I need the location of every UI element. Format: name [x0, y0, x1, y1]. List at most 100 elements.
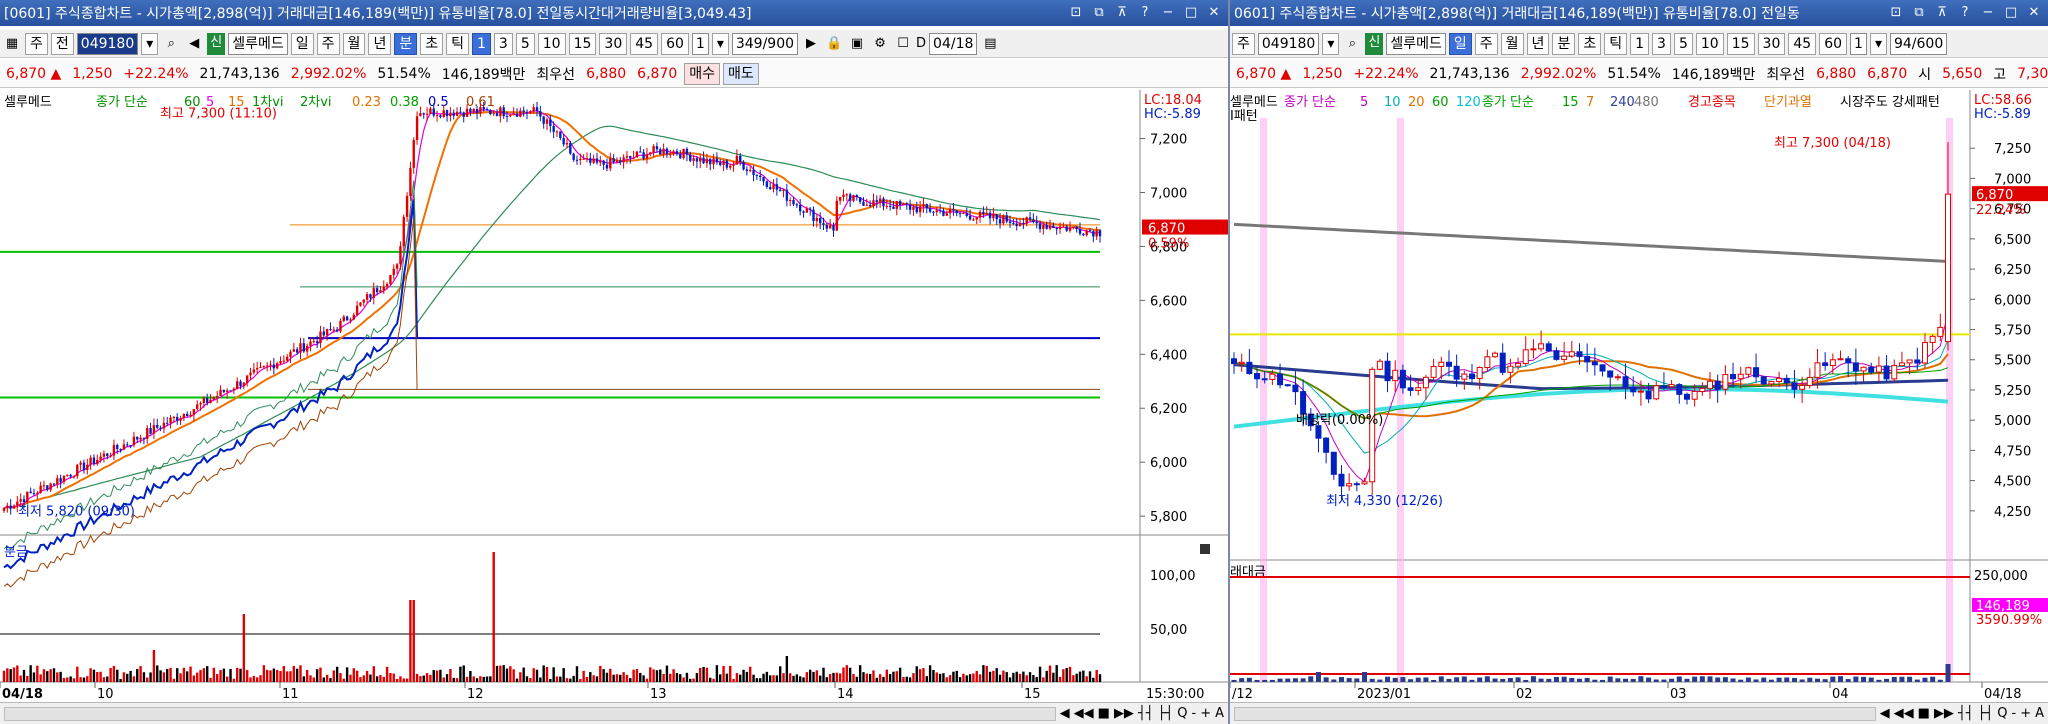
interval-10[interactable]: 10 — [1695, 32, 1724, 55]
interval-30[interactable]: 30 — [1757, 32, 1786, 55]
link-icon[interactable]: ⊡ — [1886, 4, 1906, 22]
period-day[interactable]: 일 — [290, 32, 314, 55]
volume-bar — [822, 667, 825, 682]
chart-control-6[interactable]: Q — [1177, 706, 1187, 721]
period-tick[interactable]: 틱 — [1604, 32, 1628, 55]
chart-control-8[interactable]: + — [2020, 706, 2031, 721]
chart-control-9[interactable]: A — [1215, 706, 1224, 721]
interval-45[interactable]: 45 — [630, 32, 659, 55]
minimize-icon[interactable]: − — [1158, 4, 1178, 22]
search-icon[interactable]: ⌕ — [161, 34, 181, 54]
period-day[interactable]: 일 — [1448, 32, 1472, 55]
gear-icon[interactable]: ⚙ — [870, 34, 890, 54]
link-icon[interactable]: ⊡ — [1066, 4, 1086, 22]
interval-60[interactable]: 60 — [661, 32, 689, 55]
interval-30[interactable]: 30 — [599, 32, 628, 55]
interval-dropdown[interactable]: ▾ — [1869, 32, 1887, 55]
period-month[interactable]: 월 — [1500, 32, 1524, 55]
interval-10[interactable]: 10 — [537, 32, 566, 55]
save-icon[interactable]: ▣ — [847, 34, 867, 54]
chart-control-7[interactable]: - — [2011, 706, 2016, 721]
stock-name-field[interactable]: 셀루메드 — [1386, 32, 1446, 55]
period-year[interactable]: 년 — [1526, 32, 1550, 55]
volume-bar — [1607, 676, 1613, 682]
period-week[interactable]: 주 — [316, 32, 340, 55]
period-second[interactable]: 초 — [420, 32, 444, 55]
chart-control-2[interactable]: ■ — [1098, 706, 1110, 721]
chart-control-4[interactable]: ┤┤ — [1138, 706, 1154, 721]
chart-control-3[interactable]: ▶▶ — [1114, 706, 1134, 721]
stock-code-dropdown[interactable]: ▾ — [141, 32, 159, 55]
interval-60[interactable]: 60 — [1819, 32, 1848, 55]
interval-45[interactable]: 45 — [1788, 32, 1817, 55]
help-icon[interactable]: ? — [1135, 4, 1155, 22]
grid-icon[interactable]: ▦ — [2, 34, 22, 54]
play-icon[interactable]: ▶ — [801, 34, 821, 54]
chart-control-5[interactable]: ├┤ — [1158, 706, 1174, 721]
interval-3[interactable]: 3 — [1652, 32, 1671, 55]
interval-input[interactable]: 1 — [1850, 32, 1867, 55]
interval-5[interactable]: 5 — [515, 32, 535, 55]
period-tick[interactable]: 틱 — [446, 32, 469, 55]
speaker-icon[interactable]: ◀ — [184, 34, 204, 54]
interval-15[interactable]: 15 — [1726, 32, 1755, 55]
right-scrollbar[interactable] — [1234, 706, 1876, 721]
candle-body — [92, 457, 96, 465]
calendar-icon[interactable]: ▤ — [980, 34, 1000, 54]
sell-button[interactable]: 매도 — [723, 62, 759, 85]
sub-select[interactable]: 전 — [50, 32, 74, 55]
chart-control-6[interactable]: Q — [1997, 706, 2007, 721]
search-icon[interactable]: ⌕ — [1342, 34, 1362, 54]
checkbox-icon[interactable]: ☐ — [893, 34, 913, 54]
maximize-icon[interactable]: □ — [2001, 4, 2021, 22]
right-daily-chart[interactable]: 셀루메드I패턴종가 단순 5 10 20 60 120 종가 단순 15 7 240 480 경고종목… — [1230, 90, 2048, 702]
count-field[interactable]: 94/600 — [1889, 32, 1948, 55]
chart-control-4[interactable]: ┤┤ — [1958, 706, 1974, 721]
chart-control-0[interactable]: ◀ — [1880, 706, 1890, 721]
chart-control-3[interactable]: ▶▶ — [1934, 706, 1954, 721]
period-second[interactable]: 초 — [1578, 32, 1602, 55]
interval-3[interactable]: 3 — [493, 32, 513, 55]
interval-1[interactable]: 1 — [1630, 32, 1650, 55]
interval-dropdown[interactable]: ▾ — [711, 32, 729, 55]
interval-input[interactable]: 1 — [691, 32, 709, 55]
interval-5[interactable]: 5 — [1673, 32, 1693, 55]
stock-code-input[interactable]: 049180 — [76, 32, 139, 55]
help-icon[interactable]: ? — [1955, 4, 1975, 22]
stock-code-dropdown[interactable]: ▾ — [1322, 32, 1340, 55]
period-month[interactable]: 월 — [342, 32, 366, 55]
copy-icon[interactable]: ⧉ — [1909, 4, 1929, 22]
stock-code-input[interactable]: 049180 — [1257, 32, 1320, 55]
chart-control-7[interactable]: - — [1191, 706, 1196, 721]
buy-button[interactable]: 매수 — [684, 62, 721, 85]
count-field[interactable]: 349/900 — [731, 32, 799, 55]
copy-icon[interactable]: ⧉ — [1089, 4, 1109, 22]
chart-control-2[interactable]: ■ — [1918, 706, 1930, 721]
period-minute[interactable]: 분 — [394, 32, 418, 55]
interval-1[interactable]: 1 — [472, 32, 491, 55]
period-minute[interactable]: 분 — [1552, 32, 1576, 55]
chart-control-1[interactable]: ◀◀ — [1074, 706, 1094, 721]
chart-control-9[interactable]: A — [2035, 706, 2044, 721]
lock-icon[interactable]: 🔒 — [824, 34, 844, 54]
volume-bar — [1045, 670, 1048, 682]
close-icon[interactable]: ✕ — [2024, 4, 2044, 22]
period-year[interactable]: 년 — [368, 32, 392, 55]
chart-control-8[interactable]: + — [1200, 706, 1211, 721]
left-scrollbar[interactable] — [4, 706, 1056, 721]
pin-icon[interactable]: ⊼ — [1932, 4, 1952, 22]
date-input[interactable]: 04/18 — [929, 32, 978, 55]
minimize-icon[interactable]: − — [1978, 4, 1998, 22]
stock-name-field[interactable]: 셀루메드 — [228, 32, 288, 55]
interval-15[interactable]: 15 — [568, 32, 597, 55]
chart-control-1[interactable]: ◀◀ — [1894, 706, 1914, 721]
left-minute-chart[interactable]: 셀루메드 종가 단순 60 5 15 1차vi 2차vi 0.23 0.38 0.5 0.61 LC:… — [0, 90, 1228, 702]
period-week[interactable]: 주 — [1474, 32, 1498, 55]
maximize-icon[interactable]: □ — [1181, 4, 1201, 22]
close-icon[interactable]: ✕ — [1204, 4, 1224, 22]
pin-icon[interactable]: ⊼ — [1112, 4, 1132, 22]
mode-select[interactable]: 주 — [25, 32, 48, 55]
chart-control-5[interactable]: ├┤ — [1978, 706, 1994, 721]
chart-control-0[interactable]: ◀ — [1060, 706, 1070, 721]
mode-select[interactable]: 주 — [1232, 32, 1255, 55]
